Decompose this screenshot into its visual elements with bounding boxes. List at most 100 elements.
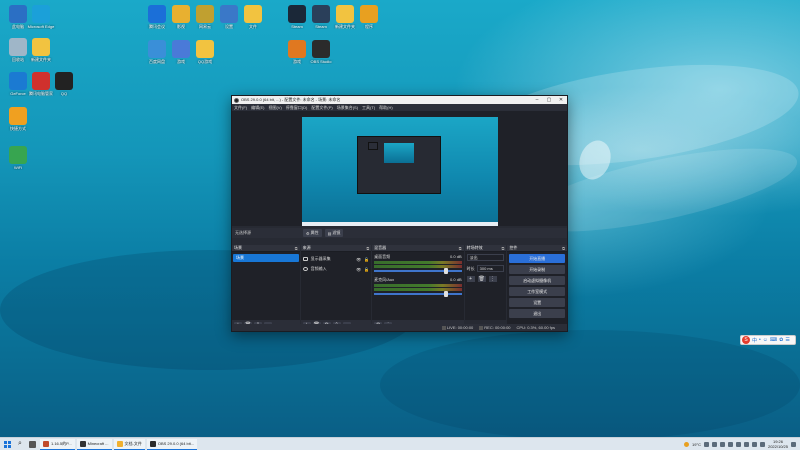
task-view-icon[interactable] xyxy=(26,438,38,450)
properties-button[interactable]: ⚙ 属性 xyxy=(303,229,322,237)
windows-logo-icon xyxy=(3,440,11,448)
docks-row: 场景⧉ 场景 + 🗑 ⌃ ⌄ 来源⧉ 显示器采集 👁 🔓 xyxy=(232,245,568,329)
volume-slider[interactable] xyxy=(374,291,462,297)
taskbar-task[interactable]: OBS 29.0.0 (64 bit... xyxy=(146,438,198,450)
rec-status: REC: 00:00:00 xyxy=(484,325,511,330)
tray-app-icon[interactable] xyxy=(719,441,725,447)
desktop-icon[interactable]: Microsoft Edge xyxy=(26,5,56,29)
volume-slider[interactable] xyxy=(374,268,462,274)
weather-icon[interactable] xyxy=(684,441,690,447)
taskbar-task[interactable]: 文档-文件 xyxy=(113,438,145,450)
menu-view[interactable]: 视图(V) xyxy=(268,105,281,111)
remove-transition-button[interactable]: 🗑 xyxy=(477,276,486,282)
desktop-icon[interactable]: 新建文件夹 xyxy=(26,38,56,62)
transition-menu-button[interactable]: ⋮ xyxy=(488,276,497,282)
app-icon xyxy=(196,5,214,23)
obs-titlebar[interactable]: OBS 29.0.0 (64 bit, ...) - 配置文件: 未命名 - 场… xyxy=(232,96,567,104)
taskbar-task-label: 文档-文件 xyxy=(124,440,142,446)
tray-app-icon[interactable] xyxy=(711,441,717,447)
menu-file[interactable]: 文件(F) xyxy=(234,105,247,111)
menu-edit[interactable]: 编辑(E) xyxy=(251,105,264,111)
search-icon[interactable]: ⌕ xyxy=(14,440,26,448)
source-item[interactable]: 显示器采集 👁 🔓 xyxy=(301,254,372,264)
desktop-icon-label: Microsoft Edge xyxy=(27,24,55,29)
emoji-icon[interactable]: ☺ xyxy=(763,337,768,343)
desktop-icon[interactable]: QQ游戏 xyxy=(190,40,220,64)
desktop-icon[interactable]: 程序 xyxy=(354,5,384,29)
lock-icon[interactable]: 🔓 xyxy=(364,267,369,272)
dock-float-icon[interactable]: ⧉ xyxy=(459,246,462,251)
notification-icon[interactable] xyxy=(791,441,796,447)
ime-mode[interactable]: 中 xyxy=(752,337,757,344)
clock[interactable]: 19:26 2022/10/25 xyxy=(768,439,788,449)
desktop-icon[interactable]: 文件 xyxy=(238,5,268,29)
computer-icon xyxy=(9,5,27,23)
menu-icon[interactable]: ☰ xyxy=(785,337,789,343)
menu-docks[interactable]: 停靠窗口(D) xyxy=(286,105,308,111)
desktop-icon-label: 新建文件夹 xyxy=(31,57,51,62)
desktop-icon[interactable]: WiFi xyxy=(3,146,33,170)
steam-icon xyxy=(288,5,306,23)
maximize-icon[interactable]: ▢ xyxy=(543,96,555,104)
preview-area xyxy=(232,111,567,226)
scenes-title: 场景 xyxy=(234,245,242,250)
scenes-dock: 场景⧉ 场景 + 🗑 ⌃ ⌄ xyxy=(232,245,300,329)
desktop-icon-label: 文件 xyxy=(249,24,257,29)
keyboard-icon[interactable]: ⌨ xyxy=(770,337,777,343)
game-icon xyxy=(172,40,190,58)
ime-icon[interactable] xyxy=(759,441,765,447)
volume-icon[interactable] xyxy=(751,441,757,447)
qq-icon xyxy=(55,72,73,90)
virtual-camera-button[interactable]: 启动虚拟摄像机 xyxy=(509,276,566,285)
obs-window[interactable]: OBS 29.0.0 (64 bit, ...) - 配置文件: 未命名 - 场… xyxy=(231,95,568,332)
wifi-icon xyxy=(9,146,27,164)
punctuation-icon[interactable]: • xyxy=(759,337,761,343)
filters-button[interactable]: ▤ 滤镜 xyxy=(324,229,344,237)
lock-icon[interactable]: 🔓 xyxy=(364,257,369,262)
menu-profile[interactable]: 配置文件(P) xyxy=(311,105,332,111)
add-transition-button[interactable]: + xyxy=(466,276,475,282)
desktop-icon-label: WiFi xyxy=(14,165,22,170)
desktop-icon[interactable]: OBS Studio xyxy=(306,40,336,64)
ime-toolbar[interactable]: S 中 • ☺ ⌨ ✿ ☰ xyxy=(740,335,796,345)
dock-float-icon[interactable]: ⧉ xyxy=(502,246,505,251)
menu-scene-collection[interactable]: 场景集合(S) xyxy=(337,105,358,111)
source-item[interactable]: 音频输入 👁 🔓 xyxy=(301,264,372,274)
app-icon xyxy=(43,440,49,447)
mixer-dock: 混音器⧉ 桌面音频0.0 dB 麦克风/Aux0.0 dB ⚙ ⋮ xyxy=(372,245,464,329)
start-recording-button[interactable]: 开始录制 xyxy=(509,265,566,274)
app-icon xyxy=(79,440,86,447)
exit-button[interactable]: 退出 xyxy=(509,309,566,318)
transition-select[interactable]: 淡出 xyxy=(466,254,505,261)
weather-temp[interactable]: 19°C xyxy=(692,442,701,447)
eye-icon[interactable]: 👁 xyxy=(356,257,361,262)
status-bar: LIVE: 00:00:00 REC: 00:00:00 CPU: 0.3%, … xyxy=(232,324,567,331)
start-streaming-button[interactable]: 开始直播 xyxy=(509,254,566,263)
menu-tools[interactable]: 工具(T) xyxy=(362,105,375,111)
desktop-icon[interactable]: QQ xyxy=(49,72,79,96)
program-preview[interactable] xyxy=(302,117,498,226)
scene-item[interactable]: 场景 xyxy=(233,254,299,262)
close-icon[interactable]: ✕ xyxy=(555,96,567,104)
duration-input[interactable]: 300 ms xyxy=(476,265,505,272)
dock-float-icon[interactable]: ⧉ xyxy=(366,246,369,251)
taskbar-task[interactable]: Minecraft ... xyxy=(76,438,112,450)
mixer-channel: 桌面音频 0.0 dB xyxy=(372,252,463,274)
dock-float-icon[interactable]: ⧉ xyxy=(295,246,298,251)
taskbar-task[interactable]: 1.16.5的P... xyxy=(40,438,75,450)
chevron-up-icon[interactable] xyxy=(735,441,741,447)
menu-help[interactable]: 帮助(H) xyxy=(379,105,393,111)
tray-app-icon[interactable] xyxy=(727,441,733,447)
studio-mode-button[interactable]: 工作室模式 xyxy=(509,287,566,296)
network-icon[interactable] xyxy=(743,441,749,447)
live-icon xyxy=(441,325,446,330)
start-button[interactable] xyxy=(0,438,14,450)
skin-icon[interactable]: ✿ xyxy=(779,337,783,343)
minimize-icon[interactable]: – xyxy=(531,96,543,104)
desktop-icon[interactable]: 快捷方式 xyxy=(3,107,33,131)
dock-float-icon[interactable]: ⧉ xyxy=(562,246,565,251)
eye-icon[interactable]: 👁 xyxy=(356,267,361,272)
settings-button[interactable]: 设置 xyxy=(509,298,566,307)
tray-app-icon[interactable] xyxy=(703,441,709,447)
taskbar: ⌕ 1.16.5的P... Minecraft ... 文档-文件 OBS 29.0.… xyxy=(0,437,800,450)
